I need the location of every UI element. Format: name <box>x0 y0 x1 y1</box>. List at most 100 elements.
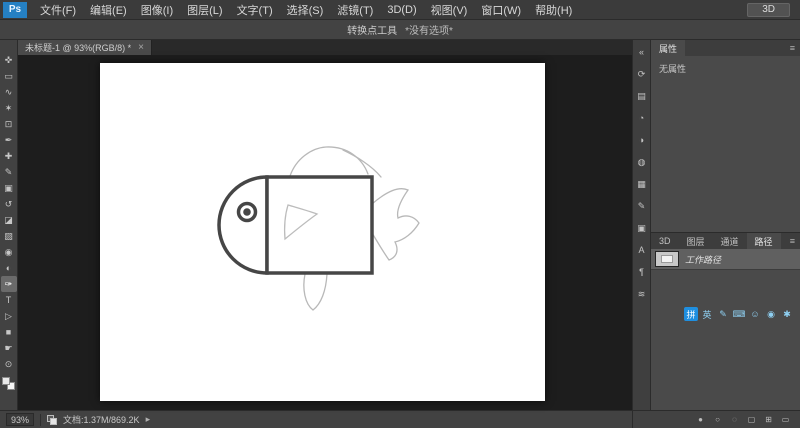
collapsed-panel-strip: « ⟳ ▤ ◔ ◑ ◍ ▦ ✎ ▣ A ¶ ≋ <box>632 40 650 410</box>
clone-stamp-tool[interactable]: ▣ <box>1 180 17 196</box>
document-size-label[interactable]: 文档:1.37M/869.2K <box>63 413 140 426</box>
menu-item-3d[interactable]: 3D(D) <box>380 0 423 19</box>
ps-logo: Ps <box>3 1 27 18</box>
menu-item-image[interactable]: 图像(I) <box>134 0 180 19</box>
close-icon[interactable]: × <box>138 42 144 53</box>
eraser-tool[interactable]: ◪ <box>1 212 17 228</box>
workspace-switcher-button[interactable]: 3D <box>747 2 790 17</box>
active-tool-name: 转换点工具 <box>347 26 398 37</box>
marquee-tool[interactable]: ▭ <box>1 68 17 84</box>
ime-logo-icon[interactable]: 拼 <box>684 307 698 321</box>
ime-pen-icon[interactable]: ✎ <box>716 307 730 321</box>
brush-presets-icon[interactable]: ✎ <box>635 200 649 212</box>
tools-panel: ✜ ▭ ∿ ✶ ⊡ ✒ ✚ ✎ ▣ ↺ ◪ ▨ ◉ ◐ ✑ T ▷ ■ ☛ ⊙ <box>0 40 18 410</box>
history-brush-tool[interactable]: ↺ <box>1 196 17 212</box>
adjustments-icon[interactable]: ◔ <box>635 112 649 124</box>
clone-source-icon[interactable]: ▣ <box>635 222 649 234</box>
panel-dock: « ⟳ ▤ ◔ ◑ ◍ ▦ ✎ ▣ A ¶ ≋ 属性 ≡ 无属性 3D 图层 通道 路径 ≡ <box>632 40 800 410</box>
menu-item-filter[interactable]: 滤镜(T) <box>330 0 380 19</box>
pen-tool[interactable]: ✑ <box>0 276 17 292</box>
photoshop-window: Ps 文件(F) 编辑(E) 图像(I) 图层(L) 文字(T) 选择(S) 滤镜(T) 3D… <box>0 0 800 428</box>
move-tool[interactable]: ✜ <box>1 52 17 68</box>
expand-panels-icon[interactable]: « <box>635 46 649 58</box>
tab-paths[interactable]: 路径 <box>746 233 781 249</box>
menu-item-select[interactable]: 选择(S) <box>280 0 331 19</box>
fish-drawing <box>217 146 420 311</box>
tab-properties[interactable]: 属性 <box>651 40 686 56</box>
panel-column: 属性 ≡ 无属性 3D 图层 通道 路径 ≡ 工作路径 <box>650 40 800 410</box>
menu-items: 文件(F) 编辑(E) 图像(I) 图层(L) 文字(T) 选择(S) 滤镜(T) 3D(D)… <box>33 0 579 19</box>
status-row: 93% 文档:1.37M/869.2K ▸ ● ○ ◌ ▢ ⊞ ▭ <box>0 410 800 428</box>
menu-item-file[interactable]: 文件(F) <box>33 0 83 19</box>
tab-channels[interactable]: 通道 <box>713 233 747 249</box>
no-properties-label: 无属性 <box>659 64 687 74</box>
menu-item-edit[interactable]: 编辑(E) <box>83 0 134 19</box>
type-tool[interactable]: T <box>1 292 17 308</box>
fill-path-icon[interactable]: ● <box>695 415 706 424</box>
foreground-color-swatch[interactable] <box>2 377 10 385</box>
eyedropper-tool[interactable]: ✒ <box>1 132 17 148</box>
canvas-column: 未标题-1 @ 93%(RGB/8) * × <box>18 40 632 410</box>
healing-brush-tool[interactable]: ✚ <box>1 148 17 164</box>
document-tab[interactable]: 未标题-1 @ 93%(RGB/8) * × <box>18 40 153 55</box>
new-path-icon[interactable]: ⊞ <box>763 415 774 424</box>
options-bar: 转换点工具 *没有选项* <box>0 20 800 40</box>
crop-tool[interactable]: ⊡ <box>1 116 17 132</box>
properties-panel-body: 无属性 <box>651 56 800 233</box>
character-icon[interactable]: A <box>635 244 649 256</box>
paths-panel-body: 工作路径 <box>651 249 800 410</box>
panel-menu-icon[interactable]: ≡ <box>785 40 800 56</box>
path-thumbnail <box>655 251 679 267</box>
tab-3d[interactable]: 3D <box>651 233 679 249</box>
hand-tool[interactable]: ☛ <box>1 340 17 356</box>
ime-mode-toggle[interactable]: 英 <box>700 307 714 321</box>
paths-tabs: 3D 图层 通道 路径 <box>651 233 781 249</box>
history-icon[interactable]: ⟳ <box>635 68 649 80</box>
make-mask-icon[interactable]: ▢ <box>746 415 757 424</box>
timeline-icon[interactable]: ≋ <box>635 288 649 300</box>
styles-icon[interactable]: ◑ <box>635 134 649 146</box>
shape-tool[interactable]: ■ <box>1 324 17 340</box>
menu-bar: Ps 文件(F) 编辑(E) 图像(I) 图层(L) 文字(T) 选择(S) 滤镜(T) 3D… <box>0 0 800 20</box>
panel-menu-icon[interactable]: ≡ <box>785 233 800 249</box>
ime-toolbar: 拼英 ✎ ⌨ ☺ ◉ ✱ <box>684 306 794 322</box>
paths-panel-footer: ● ○ ◌ ▢ ⊞ ▭ <box>632 410 800 428</box>
stroke-path-icon[interactable]: ○ <box>712 415 723 424</box>
paragraph-icon[interactable]: ¶ <box>635 266 649 278</box>
menu-item-window[interactable]: 窗口(W) <box>474 0 528 19</box>
blur-tool[interactable]: ◉ <box>1 244 17 260</box>
tab-layers[interactable]: 图层 <box>679 233 713 249</box>
ime-skin-icon[interactable]: ◉ <box>764 307 778 321</box>
path-select-tool[interactable]: ▷ <box>1 308 17 324</box>
zoom-tool[interactable]: ⊙ <box>1 356 17 372</box>
document-tab-strip: 未标题-1 @ 93%(RGB/8) * × <box>18 40 632 55</box>
status-caret-icon[interactable]: ▸ <box>146 414 151 425</box>
gradient-tool[interactable]: ▨ <box>1 228 17 244</box>
color-icon[interactable]: ▦ <box>635 178 649 190</box>
lasso-tool[interactable]: ∿ <box>1 84 17 100</box>
ime-settings-icon[interactable]: ✱ <box>780 307 794 321</box>
tool-options-note: *没有选项* <box>405 26 453 37</box>
menu-item-layer[interactable]: 图层(L) <box>180 0 229 19</box>
ime-emoji-icon[interactable]: ☺ <box>748 307 762 321</box>
main-content: ✜ ▭ ∿ ✶ ⊡ ✒ ✚ ✎ ▣ ↺ ◪ ▨ ◉ ◐ ✑ T ▷ ■ ☛ ⊙ 未标题-1 @ 93%(RGB/8) … <box>0 40 800 410</box>
info-icon[interactable]: ◍ <box>635 156 649 168</box>
delete-path-icon[interactable]: ▭ <box>780 415 791 424</box>
work-path-row[interactable]: 工作路径 <box>651 249 800 270</box>
zoom-level-field[interactable]: 93% <box>6 413 35 426</box>
document-tab-title: 未标题-1 @ 93%(RGB/8) * <box>25 43 132 53</box>
properties-tabrow: 属性 ≡ <box>651 40 800 56</box>
load-selection-icon[interactable]: ◌ <box>729 415 740 424</box>
menu-item-type[interactable]: 文字(T) <box>230 0 280 19</box>
menu-item-view[interactable]: 视图(V) <box>424 0 475 19</box>
swatches-icon[interactable]: ▤ <box>635 90 649 102</box>
paths-tabrow: 3D 图层 通道 路径 ≡ <box>651 233 800 249</box>
menu-item-help[interactable]: 帮助(H) <box>528 0 579 19</box>
quick-select-tool[interactable]: ✶ <box>1 100 17 116</box>
dodge-tool[interactable]: ◐ <box>1 260 17 276</box>
brush-tool[interactable]: ✎ <box>1 164 17 180</box>
ime-keyboard-icon[interactable]: ⌨ <box>732 307 746 321</box>
color-swatches[interactable] <box>2 377 15 390</box>
path-name-label: 工作路径 <box>685 254 722 265</box>
document-canvas[interactable] <box>100 63 545 401</box>
